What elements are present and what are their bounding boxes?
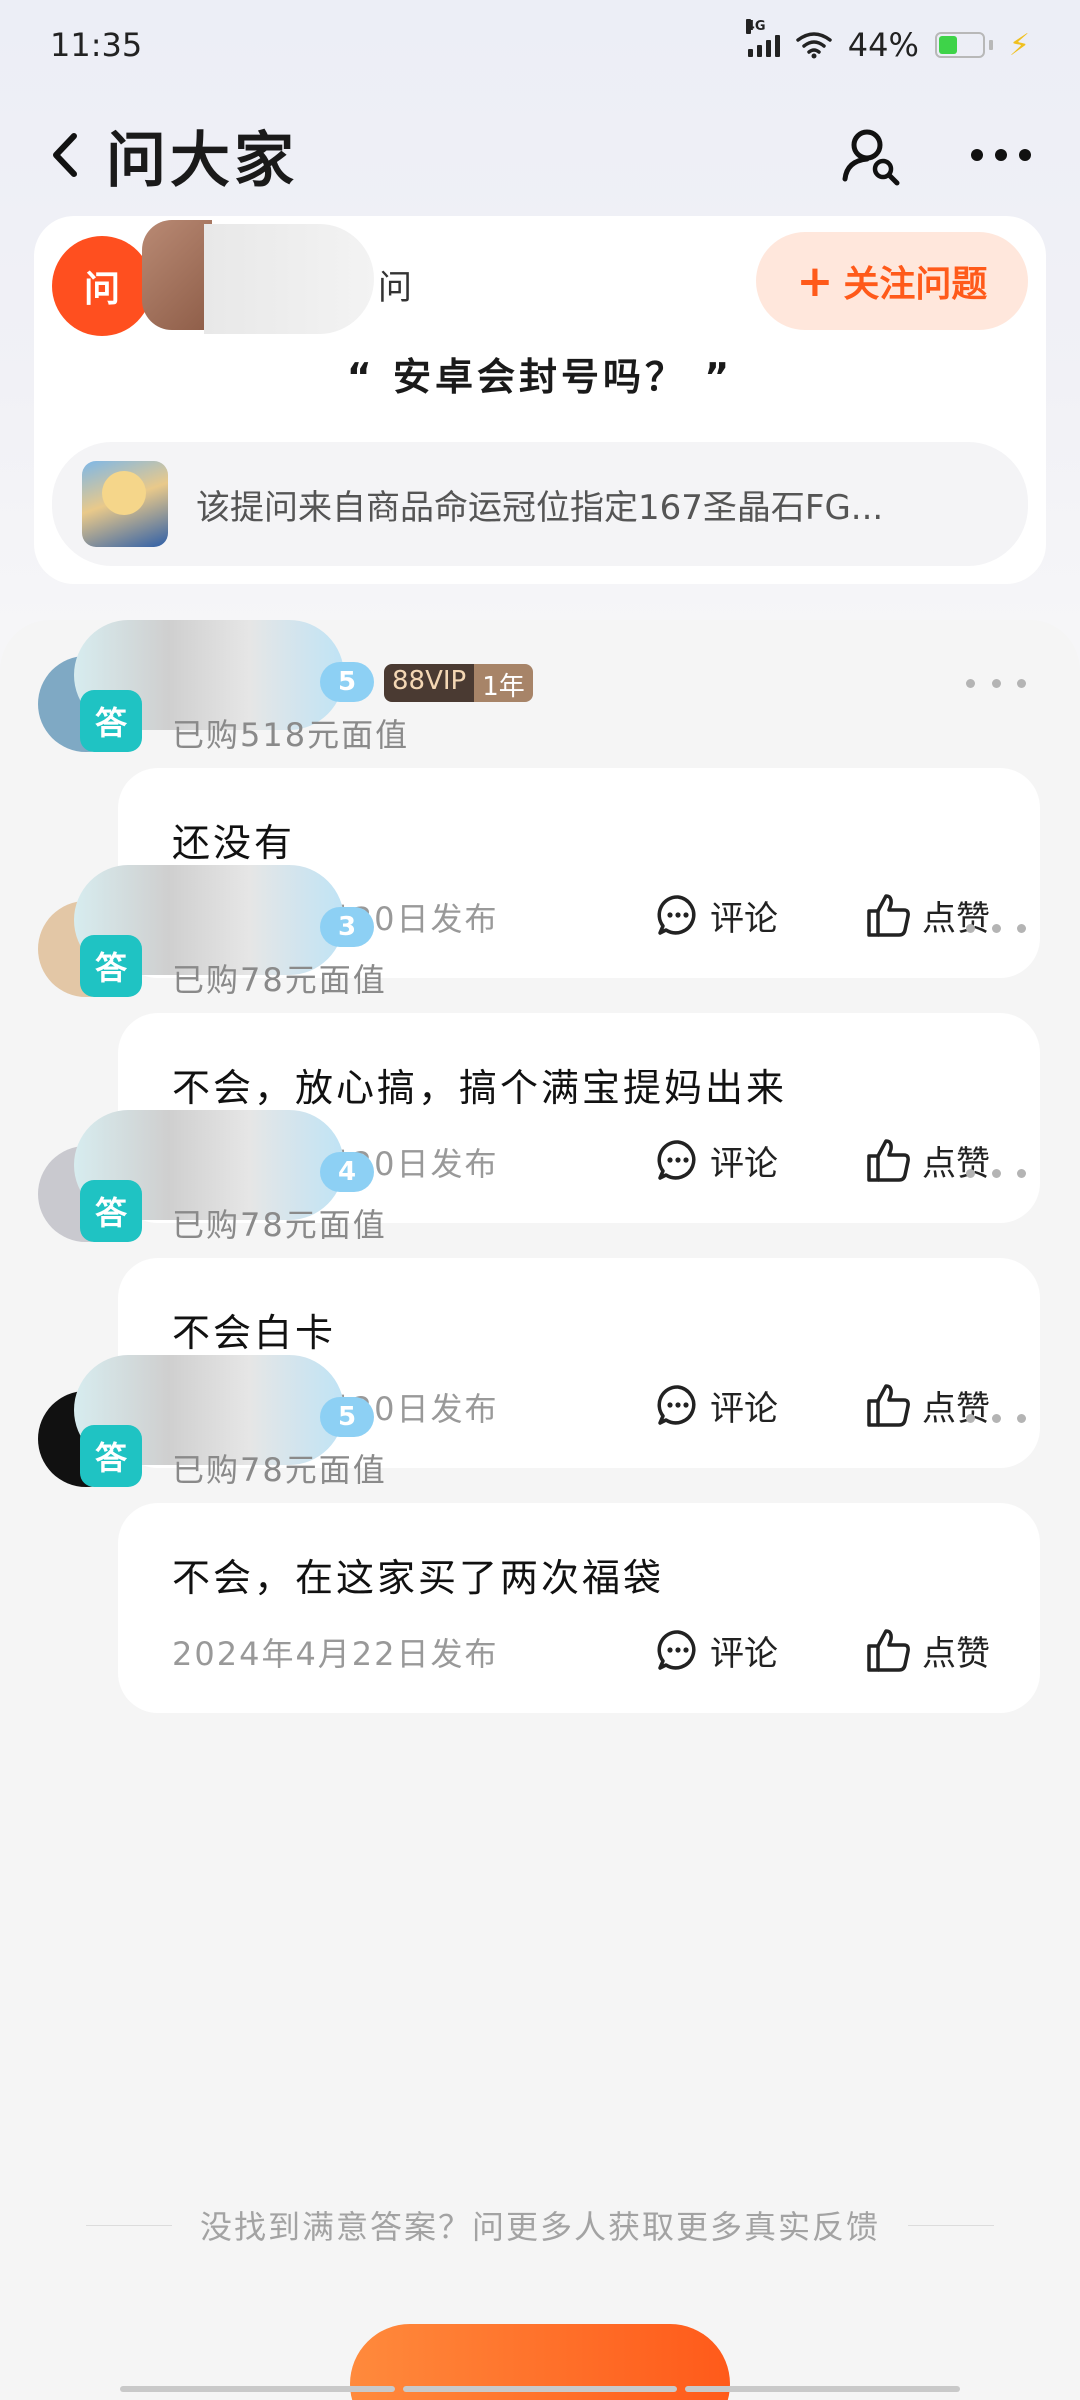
purchase-info: 已购78元面值 [172,961,387,999]
battery-fill [938,36,958,54]
answer-more-icon[interactable] [966,668,1026,698]
purchase-info: 已购518元面值 [172,716,410,754]
home-indicator [120,2386,961,2392]
level-badge: 3 [320,907,374,947]
vip-years: 1年 [474,664,533,702]
answer-text: 不会，放心搞，搞个满宝提妈出来 [172,1066,788,1110]
asker-name-redacted [204,224,374,334]
purchase-info: 已购78元面值 [172,1451,387,1489]
answer-more-icon[interactable] [966,1158,1026,1188]
answer-more-icon[interactable] [966,1403,1026,1433]
question-card: 问 问 + 关注问题 “ 安卓会封号吗？ ” 该提问来自商品命运冠位指定167圣… [34,216,1046,584]
status-bar: 11:35 4G 44% ⚡ [0,0,1080,90]
status-icons: 4G 44% ⚡ [745,19,1030,64]
divider-line [908,2224,994,2226]
cellular-signal-icon: 4G [745,19,780,57]
comment-label: 评论 [710,1633,778,1674]
purchase-info: 已购78元面值 [172,1206,387,1244]
answer-item: 5 答 已购78元面值 不会，在这家买了两次福袋 2024年4月22日发布 评论 [0,1355,1080,1715]
answer-tag: 答 [80,935,142,997]
footer-note-text: 没找到满意答案？问更多人获取更多真实反馈 [199,2208,880,2246]
page-title: 问大家 [106,125,298,196]
user-search-icon[interactable] [836,120,906,190]
answer-bubble: 不会，在这家买了两次福袋 2024年4月22日发布 评论 点赞 [118,1503,1040,1713]
follow-question-button[interactable]: + 关注问题 [756,232,1028,330]
back-icon[interactable] [50,125,90,185]
answer-text: 不会，在这家买了两次福袋 [172,1556,665,1600]
like-label: 点赞 [922,1633,990,1674]
plus-icon: + [796,255,834,307]
asker-suffix: 问 [378,268,412,308]
vip-badge: 88VIP 1年 [384,664,533,702]
question-text: “ 安卓会封号吗？ ” [346,355,734,399]
answer-tag: 答 [80,690,142,752]
answer-text: 还没有 [172,821,296,865]
answer-tag: 答 [80,1425,142,1487]
answer-tag: 答 [80,1180,142,1242]
follow-question-label: 关注问题 [843,264,988,305]
more-options-icon[interactable] [966,120,1036,190]
product-source-text: 该提问来自商品命运冠位指定167圣晶石FG... [196,487,884,528]
level-badge: 4 [320,1152,374,1192]
navigation-bar: 问大家 [0,90,1080,220]
wifi-icon [796,32,832,59]
charging-icon: ⚡ [1008,27,1030,63]
answers-panel: 5 88VIP 1年 答 已购518元面值 还没有 2024年6月30日发布 评… [0,620,1080,2400]
answer-more-icon[interactable] [966,913,1026,943]
answer-date: 2024年4月22日发布 [172,1635,499,1673]
like-button[interactable]: 点赞 [864,1615,990,1685]
network-type: 4G [745,19,766,34]
divider-line [85,2224,172,2226]
level-badge: 5 [320,662,374,702]
battery-icon [934,32,993,58]
answer-text: 不会白卡 [172,1311,337,1355]
product-source-bar[interactable]: 该提问来自商品命运冠位指定167圣晶石FG... [52,442,1028,566]
product-thumbnail [82,461,168,547]
comment-button[interactable]: 评论 [656,1615,778,1685]
status-time: 11:35 [50,26,143,64]
comment-icon [657,1630,696,1670]
level-badge: 5 [320,1397,374,1437]
battery-percent: 44% [847,26,919,64]
asker-avatar [142,220,212,330]
question-badge: 问 [52,236,152,336]
footer-note: 没找到满意答案？问更多人获取更多真实反馈 [0,2200,1080,2250]
thumbs-up-icon [867,1629,910,1672]
vip-label: 88VIP [384,664,475,702]
